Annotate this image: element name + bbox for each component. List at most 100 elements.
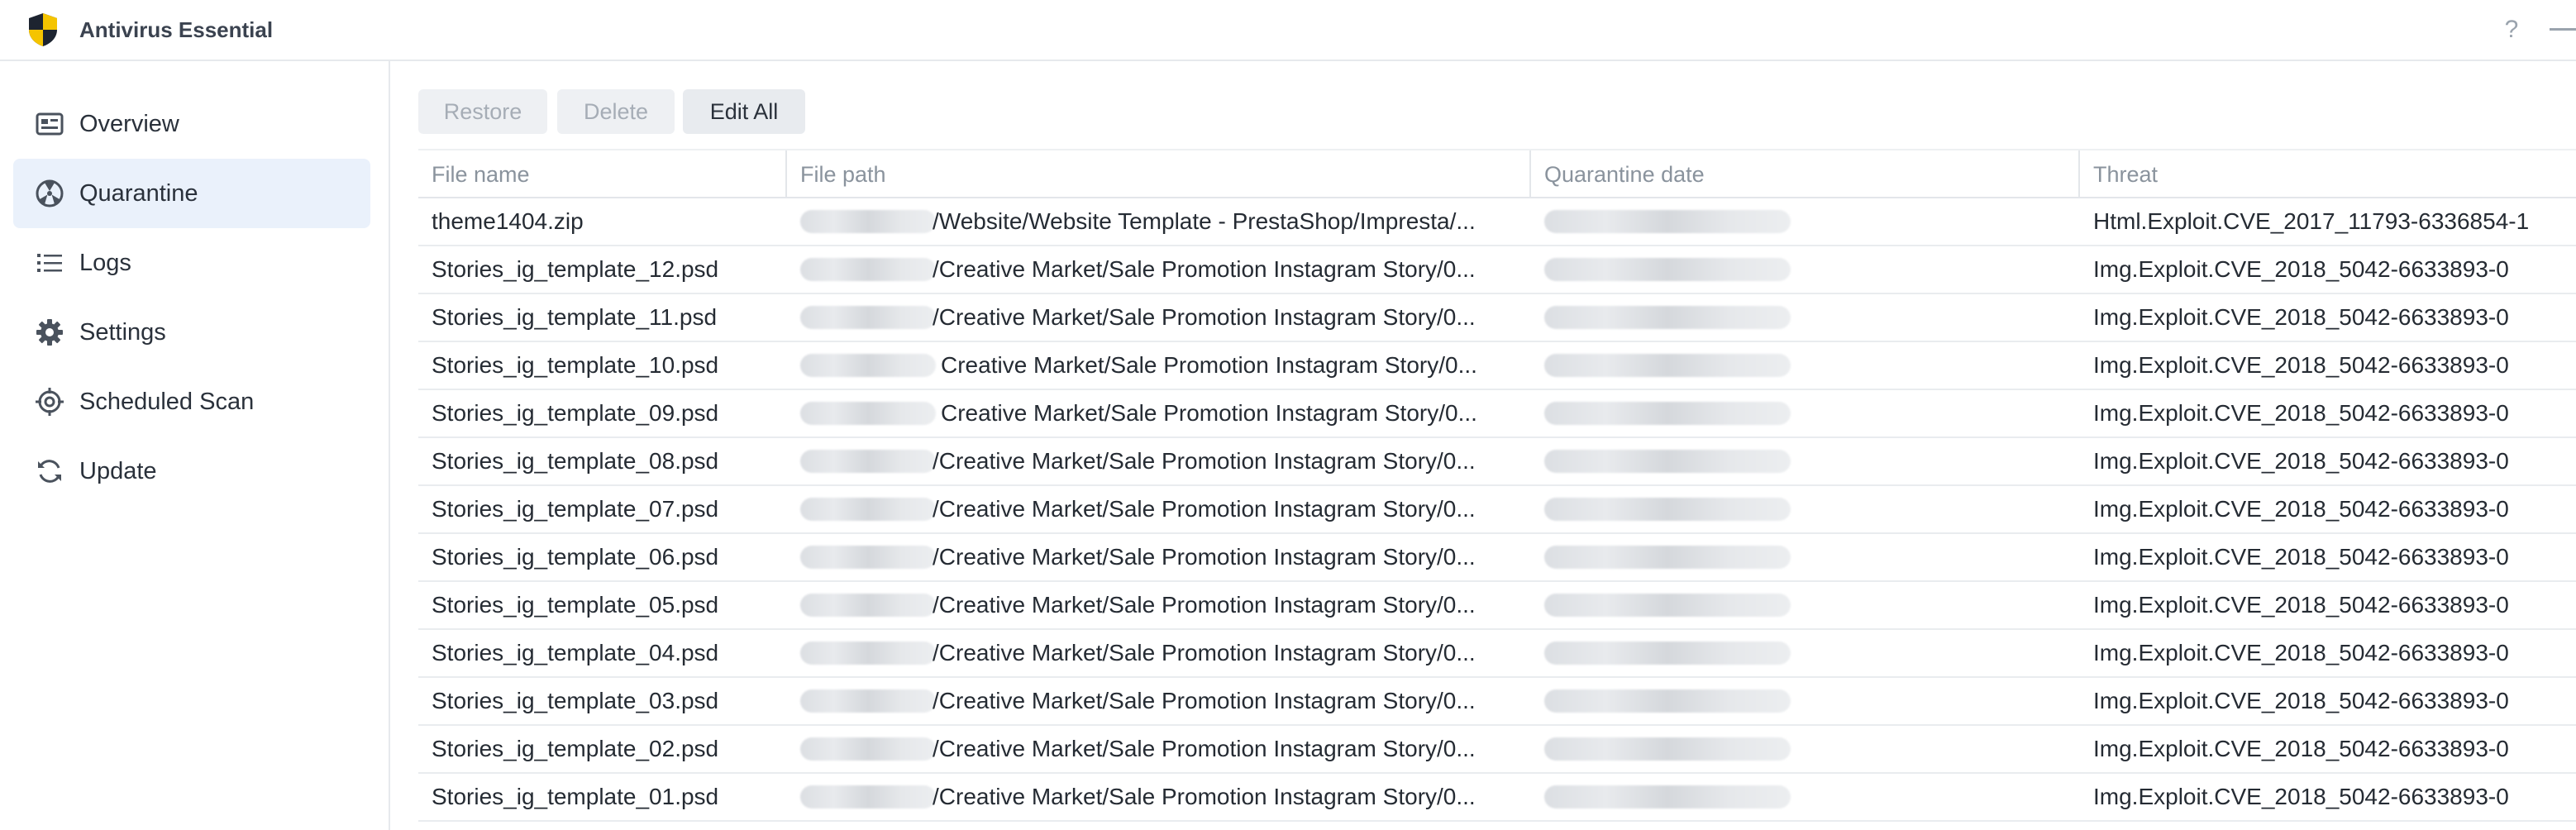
file-path-cell: /Creative Market/Sale Promotion Instagra…: [933, 688, 1476, 713]
redacted-quarantine-date: [1544, 210, 1791, 233]
table-row[interactable]: theme1404.zip/Website/Website Template -…: [418, 198, 2576, 246]
file-path-cell: /Creative Market/Sale Promotion Instagra…: [933, 448, 1476, 474]
threat-cell: Img.Exploit.CVE_2018_5042-6633893-0: [2093, 304, 2509, 330]
file-name-cell: Stories_ig_template_10.psd: [432, 352, 719, 378]
table-row[interactable]: Stories_ig_template_09.psd Creative Marke…: [418, 390, 2576, 438]
file-path-cell: /Creative Market/Sale Promotion Instagra…: [933, 496, 1476, 522]
help-button[interactable]: ?: [2497, 13, 2526, 46]
sidebar-item-quarantine[interactable]: Quarantine: [13, 159, 370, 228]
redacted-quarantine-date: [1544, 642, 1791, 665]
table-row[interactable]: Stories_ig_template_05.psd/Creative Mark…: [418, 582, 2576, 630]
threat-cell: Img.Exploit.CVE_2018_5042-6633893-0: [2093, 640, 2509, 665]
file-name-cell: Stories_ig_template_07.psd: [432, 496, 719, 522]
file-path-cell: Creative Market/Sale Promotion Instagram…: [941, 352, 1477, 378]
table-row[interactable]: Stories_ig_template_12.psd/Creative Mark…: [418, 246, 2576, 294]
column-header-file-path[interactable]: File path: [787, 150, 1529, 198]
app-title: Antivirus Essential: [79, 17, 274, 42]
table-row[interactable]: Stories_ig_template_08.psd/Creative Mark…: [418, 438, 2576, 486]
edit-all-button[interactable]: Edit All: [683, 89, 805, 134]
redacted-quarantine-date: [1544, 450, 1791, 473]
sidebar-item-label: Scheduled Scan: [79, 389, 255, 415]
table-row[interactable]: Stories_ig_template_04.psd/Creative Mark…: [418, 630, 2576, 678]
shield-logo-icon: [29, 13, 57, 46]
redacted-quarantine-date: [1544, 737, 1791, 761]
restore-button[interactable]: Restore: [418, 89, 547, 134]
threat-cell: Img.Exploit.CVE_2018_5042-6633893-0: [2093, 352, 2509, 378]
target-icon: [36, 388, 64, 416]
file-path-cell: /Creative Market/Sale Promotion Instagra…: [933, 784, 1476, 809]
file-path-cell: /Creative Market/Sale Promotion Instagra…: [933, 304, 1476, 330]
table-header: File name File path Quarantine date Thre…: [418, 149, 2576, 198]
sidebar-item-scheduled-scan[interactable]: Scheduled Scan: [13, 367, 370, 436]
redacted-quarantine-date: [1544, 546, 1791, 569]
file-name-cell: Stories_ig_template_02.psd: [432, 736, 719, 761]
redacted-path-prefix: [800, 450, 936, 473]
file-path-cell: /Creative Market/Sale Promotion Instagra…: [933, 544, 1476, 570]
redacted-path-prefix: [800, 546, 936, 569]
refresh-icon: [38, 460, 61, 483]
sidebar-item-label: Quarantine: [79, 180, 198, 207]
threat-cell: Html.Exploit.CVE_2017_11793-6336854-1: [2093, 208, 2530, 234]
sidebar-item-update[interactable]: Update: [13, 436, 370, 506]
redacted-path-prefix: [800, 402, 936, 425]
redacted-path-prefix: [800, 737, 936, 761]
table-row[interactable]: Stories_ig_template_07.psd/Creative Mark…: [418, 486, 2576, 534]
threat-cell: Img.Exploit.CVE_2018_5042-6633893-0: [2093, 688, 2509, 713]
redacted-path-prefix: [800, 354, 936, 377]
redacted-quarantine-date: [1544, 306, 1791, 329]
threat-cell: Img.Exploit.CVE_2018_5042-6633893-0: [2093, 592, 2509, 618]
threat-cell: Img.Exploit.CVE_2018_5042-6633893-0: [2093, 400, 2509, 426]
delete-button[interactable]: Delete: [557, 89, 675, 134]
sidebar: Overview Quarantine Logs Settings Schedu…: [0, 61, 390, 830]
redacted-path-prefix: [800, 258, 936, 281]
file-path-cell: /Creative Market/Sale Promotion Instagra…: [933, 592, 1476, 618]
minimize-button[interactable]: [2550, 28, 2576, 31]
threat-cell: Img.Exploit.CVE_2018_5042-6633893-0: [2093, 736, 2509, 761]
table-row[interactable]: Stories_ig_template_02.psd/Creative Mark…: [418, 726, 2576, 774]
sidebar-item-label: Update: [79, 458, 157, 484]
gear-icon: [36, 319, 63, 346]
redacted-path-prefix: [800, 210, 936, 233]
sidebar-item-label: Settings: [79, 319, 166, 346]
radiation-icon: [36, 179, 64, 208]
threat-cell: Img.Exploit.CVE_2018_5042-6633893-0: [2093, 544, 2509, 570]
redacted-path-prefix: [800, 498, 936, 521]
column-header-file-name[interactable]: File name: [418, 150, 785, 198]
sidebar-item-overview[interactable]: Overview: [13, 89, 370, 159]
sidebar-item-logs[interactable]: Logs: [13, 228, 370, 298]
threat-cell: Img.Exploit.CVE_2018_5042-6633893-0: [2093, 496, 2509, 522]
redacted-quarantine-date: [1544, 258, 1791, 281]
redacted-quarantine-date: [1544, 498, 1791, 521]
file-name-cell: Stories_ig_template_06.psd: [432, 544, 719, 570]
redacted-path-prefix: [800, 306, 936, 329]
threat-cell: Img.Exploit.CVE_2018_5042-6633893-0: [2093, 448, 2509, 474]
table-row[interactable]: Stories_ig_template_03.psd/Creative Mark…: [418, 678, 2576, 726]
redacted-path-prefix: [800, 642, 936, 665]
table-row[interactable]: Stories_ig_template_06.psd/Creative Mark…: [418, 534, 2576, 582]
redacted-quarantine-date: [1544, 594, 1791, 617]
redacted-quarantine-date: [1544, 785, 1791, 809]
column-header-quarantine-date[interactable]: Quarantine date: [1531, 150, 2078, 198]
file-name-cell: Stories_ig_template_12.psd: [432, 256, 719, 282]
sidebar-item-label: Logs: [79, 250, 131, 276]
table-row[interactable]: Stories_ig_template_11.psd/Creative Mark…: [418, 294, 2576, 342]
sidebar-item-label: Overview: [79, 111, 179, 137]
column-header-threat[interactable]: Threat: [2080, 150, 2576, 198]
list-icon: [37, 254, 62, 272]
overview-card-icon: [36, 112, 64, 136]
file-name-cell: Stories_ig_template_11.psd: [432, 304, 718, 330]
file-name-cell: theme1404.zip: [432, 208, 584, 234]
threat-cell: Img.Exploit.CVE_2018_5042-6633893-0: [2093, 256, 2509, 282]
table-row[interactable]: Stories_ig_template_01.psd/Creative Mark…: [418, 774, 2576, 822]
title-bar: Antivirus Essential ?: [0, 0, 2576, 61]
table-row[interactable]: Stories_ig_template_10.psd Creative Marke…: [418, 342, 2576, 390]
file-name-cell: Stories_ig_template_08.psd: [432, 448, 719, 474]
file-path-cell: /Creative Market/Sale Promotion Instagra…: [933, 736, 1476, 761]
file-path-cell: Creative Market/Sale Promotion Instagram…: [941, 400, 1477, 426]
file-path-cell: /Creative Market/Sale Promotion Instagra…: [933, 256, 1476, 282]
file-name-cell: Stories_ig_template_04.psd: [432, 640, 719, 665]
sidebar-item-settings[interactable]: Settings: [13, 298, 370, 367]
file-name-cell: Stories_ig_template_01.psd: [432, 784, 719, 809]
redacted-path-prefix: [800, 785, 936, 809]
redacted-path-prefix: [800, 594, 936, 617]
